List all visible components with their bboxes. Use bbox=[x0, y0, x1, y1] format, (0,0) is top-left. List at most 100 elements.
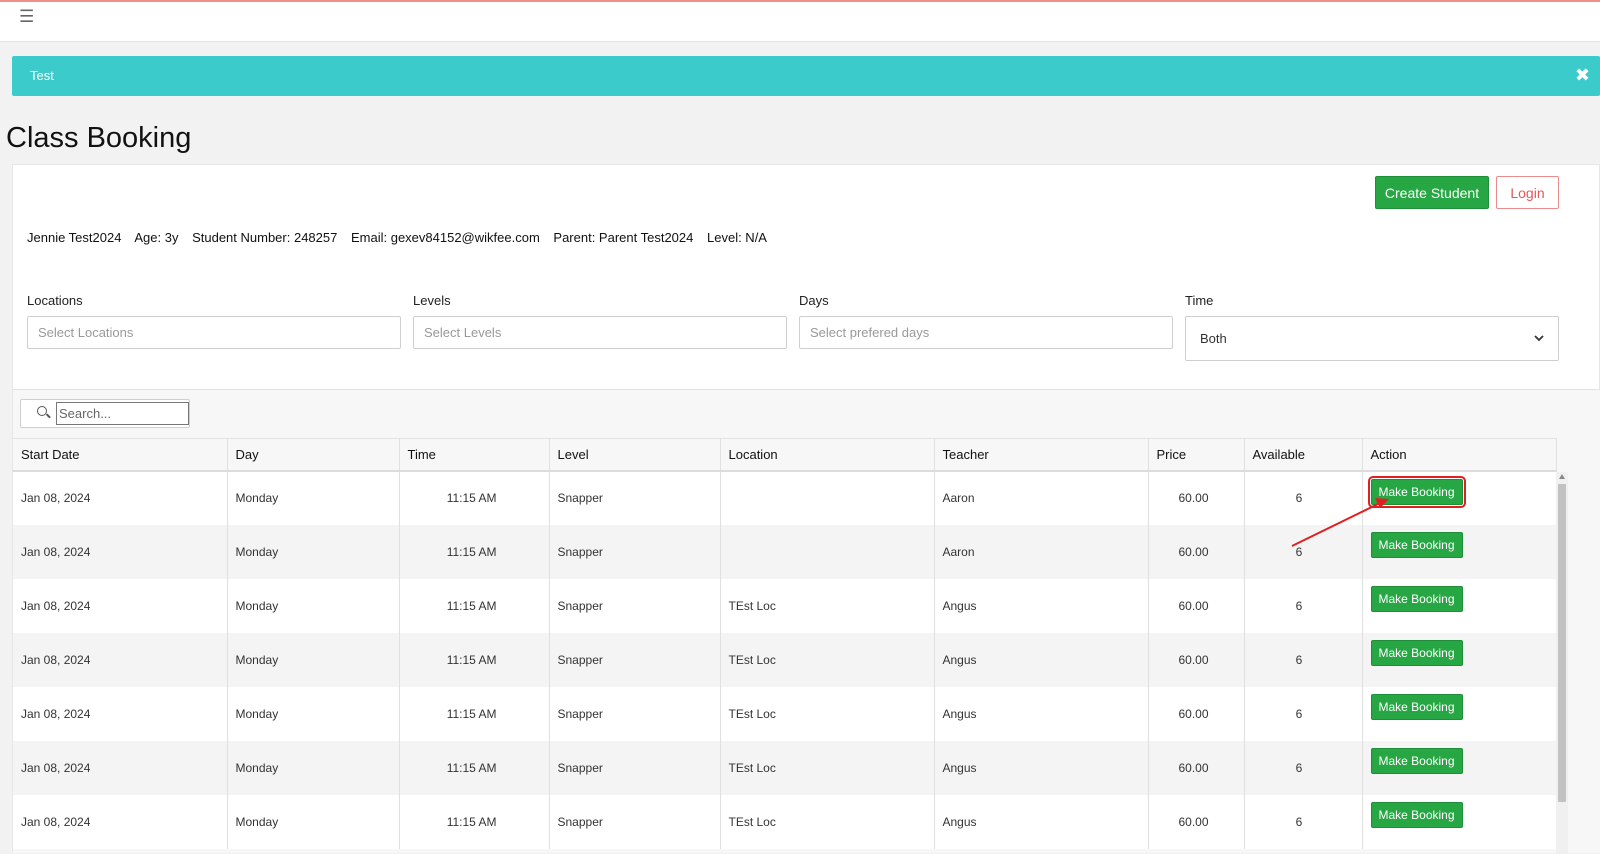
cell-location: TEst Loc bbox=[720, 740, 935, 795]
create-student-button[interactable]: Create Student bbox=[1375, 176, 1489, 209]
cell-time: 11:15 AM bbox=[399, 794, 550, 849]
top-navbar: ☰ bbox=[0, 2, 1600, 42]
header-price[interactable]: Price bbox=[1148, 438, 1245, 472]
cell-teacher: Angus bbox=[934, 632, 1149, 687]
cell-location: TEst Loc bbox=[720, 578, 935, 633]
header-time[interactable]: Time bbox=[399, 438, 550, 472]
make-booking-button[interactable]: Make Booking bbox=[1370, 531, 1463, 558]
cell-time: 11:15 AM bbox=[399, 686, 550, 741]
table-header-row: Start Date Day Time Level Location Teach… bbox=[13, 438, 1557, 472]
cell-start-date: Jan 08, 2024 bbox=[13, 524, 228, 579]
header-level[interactable]: Level bbox=[549, 438, 721, 472]
chevron-down-icon bbox=[1534, 335, 1544, 342]
cell-day: Monday bbox=[227, 740, 400, 795]
table-row: Jan 08, 2024 Monday 11:15 AM Snapper TEs… bbox=[13, 794, 1557, 849]
search-input[interactable]: Search... bbox=[56, 402, 189, 425]
cell-level: Snapper bbox=[549, 686, 721, 741]
student-age: Age: 3y bbox=[134, 230, 179, 245]
cell-level: Snapper bbox=[549, 632, 721, 687]
table-scrollbar[interactable] bbox=[1556, 472, 1568, 854]
make-booking-button[interactable]: Make Booking bbox=[1370, 639, 1463, 666]
cell-action: Make Booking bbox=[1362, 578, 1557, 633]
cell-teacher: Angus bbox=[934, 740, 1149, 795]
levels-filter: Levels Select Levels bbox=[413, 293, 787, 349]
cell-available: 6 bbox=[1244, 632, 1363, 687]
cell-level: Snapper bbox=[549, 578, 721, 633]
cell-action: Make Booking bbox=[1362, 524, 1557, 579]
cell-teacher: Angus bbox=[934, 794, 1149, 849]
cell-location: TEst Loc bbox=[720, 794, 935, 849]
student-info: Jennie Test2024 Age: 3y Student Number: … bbox=[27, 230, 777, 245]
make-booking-button[interactable]: Make Booking bbox=[1370, 747, 1463, 774]
cell-start-date: Jan 08, 2024 bbox=[13, 578, 228, 633]
cell-teacher: Angus bbox=[934, 686, 1149, 741]
scrollbar-thumb[interactable] bbox=[1558, 484, 1566, 802]
header-action: Action bbox=[1362, 438, 1557, 472]
days-input[interactable]: Select prefered days bbox=[799, 316, 1173, 349]
cell-price: 60.00 bbox=[1148, 578, 1245, 633]
cell-time: 11:15 AM bbox=[399, 632, 550, 687]
time-label: Time bbox=[1185, 293, 1214, 308]
cell-start-date: Jan 08, 2024 bbox=[13, 794, 228, 849]
cell-day: Monday bbox=[227, 470, 400, 525]
time-select[interactable]: Both bbox=[1185, 316, 1559, 361]
page-title: Class Booking bbox=[6, 122, 192, 154]
table-row: Jan 08, 2024 Monday 11:15 AM Snapper TEs… bbox=[13, 686, 1557, 741]
table-row: Jan 08, 2024 Monday 11:15 AM Snapper TEs… bbox=[13, 578, 1557, 633]
login-button[interactable]: Login bbox=[1496, 176, 1559, 209]
student-number: Student Number: 248257 bbox=[192, 230, 338, 245]
table-row: Jan 08, 2024 Monday 11:15 AM Snapper TEs… bbox=[13, 740, 1557, 795]
cell-day: Monday bbox=[227, 524, 400, 579]
cell-day: Monday bbox=[227, 578, 400, 633]
header-location[interactable]: Location bbox=[720, 438, 935, 472]
cell-level: Snapper bbox=[549, 794, 721, 849]
cell-available: 6 bbox=[1244, 794, 1363, 849]
cell-level: Snapper bbox=[549, 470, 721, 525]
cell-available: 6 bbox=[1244, 686, 1363, 741]
locations-input[interactable]: Select Locations bbox=[27, 316, 401, 349]
table-row: Jan 08, 2024 Monday 11:15 AM Snapper Aar… bbox=[13, 524, 1557, 579]
cell-location: TEst Loc bbox=[720, 686, 935, 741]
cell-time: 11:15 AM bbox=[399, 470, 550, 525]
cell-level: Snapper bbox=[549, 740, 721, 795]
table-row: Jan 08, 2024 Monday 11:15 AM Snapper Aar… bbox=[13, 470, 1557, 525]
cell-location: TEst Loc bbox=[720, 632, 935, 687]
header-available[interactable]: Available bbox=[1244, 438, 1363, 472]
cell-price: 60.00 bbox=[1148, 632, 1245, 687]
cell-level: Snapper bbox=[549, 524, 721, 579]
cell-action: Make Booking bbox=[1362, 632, 1557, 687]
classes-table: Start Date Day Time Level Location Teach… bbox=[13, 438, 1557, 849]
table-area: Search... Start Date Day Time Level Loca… bbox=[13, 389, 1600, 854]
cell-available: 6 bbox=[1244, 470, 1363, 525]
time-filter: Time Both bbox=[1185, 293, 1559, 361]
time-select-value: Both bbox=[1200, 331, 1227, 346]
header-day[interactable]: Day bbox=[227, 438, 400, 472]
cell-action: Make Booking bbox=[1362, 794, 1557, 849]
hamburger-menu-icon[interactable]: ☰ bbox=[19, 8, 34, 25]
search-box: Search... bbox=[20, 399, 190, 428]
scroll-up-arrow-icon[interactable] bbox=[1559, 474, 1565, 479]
levels-input[interactable]: Select Levels bbox=[413, 316, 787, 349]
header-teacher[interactable]: Teacher bbox=[934, 438, 1149, 472]
student-level: Level: N/A bbox=[707, 230, 767, 245]
cell-start-date: Jan 08, 2024 bbox=[13, 632, 228, 687]
locations-label: Locations bbox=[27, 293, 83, 308]
cell-price: 60.00 bbox=[1148, 470, 1245, 525]
cell-teacher: Aaron bbox=[934, 470, 1149, 525]
cell-start-date: Jan 08, 2024 bbox=[13, 740, 228, 795]
cell-start-date: Jan 08, 2024 bbox=[13, 470, 228, 525]
cell-time: 11:15 AM bbox=[399, 578, 550, 633]
cell-day: Monday bbox=[227, 794, 400, 849]
close-icon[interactable]: ✖ bbox=[1575, 66, 1590, 84]
student-parent: Parent: Parent Test2024 bbox=[553, 230, 694, 245]
student-name: Jennie Test2024 bbox=[27, 230, 122, 245]
make-booking-button[interactable]: Make Booking bbox=[1370, 585, 1463, 612]
make-booking-button[interactable]: Make Booking bbox=[1370, 801, 1463, 828]
make-booking-button[interactable]: Make Booking bbox=[1370, 693, 1463, 720]
cell-available: 6 bbox=[1244, 740, 1363, 795]
cell-location bbox=[720, 470, 935, 525]
make-booking-button[interactable]: Make Booking bbox=[1367, 475, 1466, 508]
cell-day: Monday bbox=[227, 632, 400, 687]
header-start-date[interactable]: Start Date bbox=[13, 438, 228, 472]
levels-label: Levels bbox=[413, 293, 451, 308]
